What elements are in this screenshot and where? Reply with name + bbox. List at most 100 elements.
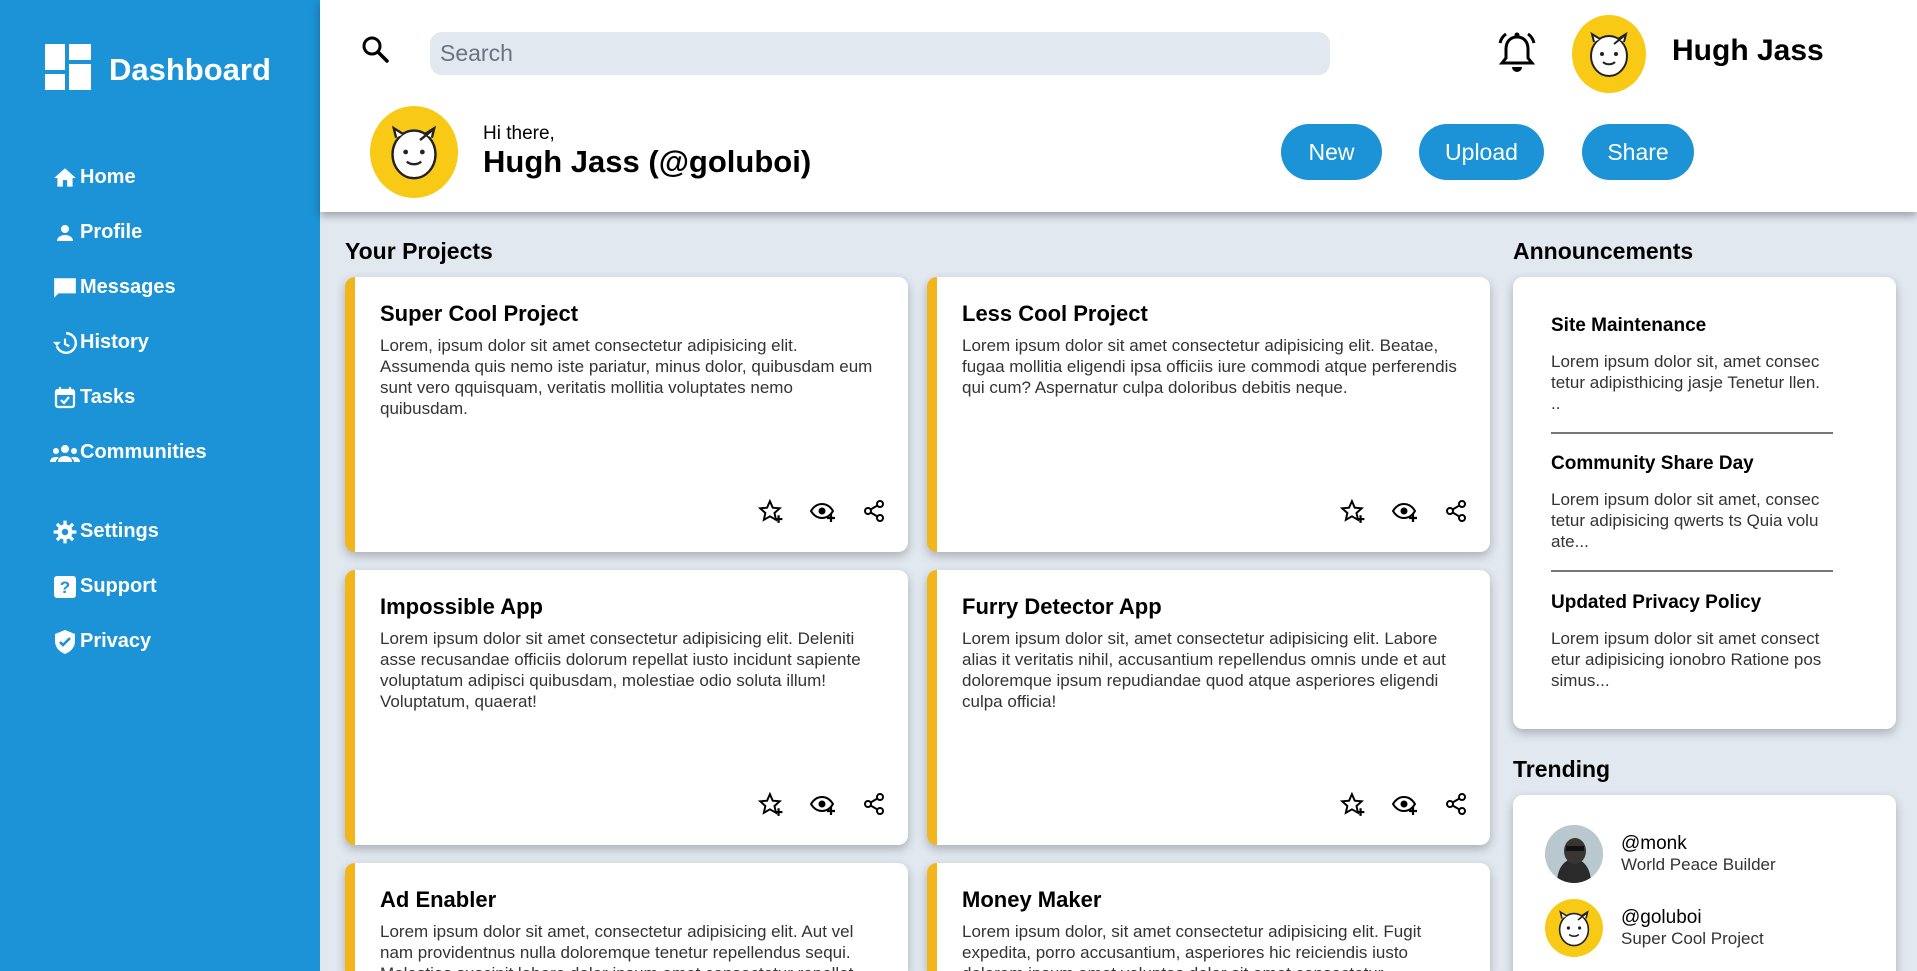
search-icon[interactable] [360,34,390,69]
announcement-title: Updated Privacy Policy [1551,592,1762,613]
message-icon [50,273,80,303]
project-title: Money Maker [962,887,1102,912]
hero-avatar [370,106,458,198]
trending-item[interactable]: @monk World Peace Builder [1545,825,1776,883]
sidebar-item-tasks[interactable]: Tasks [50,370,207,425]
sidebar-item-label: Communities [80,441,207,463]
header: Hugh Jass Hi there, Hugh Jass (@goluboi)… [320,0,1917,212]
announcement-item[interactable]: Community Share Day Lorem ipsum dolor si… [1551,453,1833,552]
watch-icon[interactable] [809,499,837,525]
sidebar-item-history[interactable]: History [50,315,207,370]
brand[interactable]: Dashboard [45,44,271,95]
project-card[interactable]: Super Cool Project Lorem, ipsum dolor si… [345,277,908,552]
share-button[interactable]: Share [1582,124,1694,180]
star-add-icon[interactable] [1340,792,1366,818]
card-actions [758,499,886,525]
avatar [1545,899,1603,957]
divider [1551,432,1833,434]
svg-text:?: ? [60,578,70,597]
project-title: Super Cool Project [380,301,579,326]
history-icon [50,328,80,358]
star-add-icon[interactable] [758,499,784,525]
trending-description: Super Cool Project [1621,929,1764,948]
trending-card: @monk World Peace Builder @goluboi Super… [1513,795,1896,971]
sidebar: Dashboard Home Profile Messages History … [0,0,320,971]
bell-icon[interactable] [1497,31,1537,80]
project-title: Ad Enabler [380,887,497,912]
sidebar-item-label: Home [80,166,136,188]
watch-icon[interactable] [1391,499,1419,525]
sidebar-nav: Home Profile Messages History Tasks Comm… [50,150,207,669]
trending-handle[interactable]: @goluboi [1621,907,1764,929]
announcement-body: Lorem ipsum dolor sit amet, consec tetur… [1551,490,1820,551]
avatar[interactable] [1572,15,1646,93]
project-description: Lorem ipsum dolor sit amet consectetur a… [962,336,1457,397]
upload-button[interactable]: Upload [1419,124,1544,180]
share-icon[interactable] [862,499,886,525]
project-description: Lorem, ipsum dolor sit amet consectetur … [380,336,873,418]
project-card[interactable]: Furry Detector App Lorem ipsum dolor sit… [927,570,1490,845]
project-title: Furry Detector App [962,594,1162,619]
trending-description: World Peace Builder [1621,855,1776,874]
new-button[interactable]: New [1281,124,1382,180]
project-card[interactable]: Impossible App Lorem ipsum dolor sit ame… [345,570,908,845]
watch-icon[interactable] [1391,792,1419,818]
share-icon[interactable] [1444,792,1468,818]
announcement-body: Lorem ipsum dolor sit amet consect etur … [1551,629,1822,690]
sidebar-item-messages[interactable]: Messages [50,260,207,315]
top-username[interactable]: Hugh Jass [1672,34,1824,68]
sidebar-item-label: History [80,331,149,353]
sidebar-item-support[interactable]: ? Support [50,559,207,614]
project-card[interactable]: Ad Enabler Lorem ipsum dolor sit amet, c… [345,863,908,971]
gear-icon [50,517,80,547]
sidebar-item-label: Profile [80,221,143,243]
sidebar-item-label: Settings [80,520,159,542]
sidebar-item-label: Privacy [80,630,152,652]
help-icon: ? [50,572,80,602]
project-description: Lorem ipsum dolor, sit amet consectetur … [962,922,1422,971]
group-icon [50,438,80,468]
trending-handle[interactable]: @monk [1621,833,1776,855]
sidebar-item-communities[interactable]: Communities [50,425,207,480]
page-title: Hugh Jass (@goluboi) [483,144,812,179]
person-icon [50,218,80,248]
sidebar-item-label: Tasks [80,386,136,408]
greeting: Hi there, [483,123,555,144]
trending-item[interactable]: @goluboi Super Cool Project [1545,899,1764,957]
calendar-check-icon [50,383,80,413]
shield-check-icon [50,627,80,657]
announcement-body: Lorem ipsum dolor sit, amet consec tetur… [1551,352,1821,413]
project-description: Lorem ipsum dolor sit, amet consectetur … [962,629,1446,711]
trending-text: @goluboi Super Cool Project [1621,907,1764,949]
project-card[interactable]: Less Cool Project Lorem ipsum dolor sit … [927,277,1490,552]
sidebar-item-label: Messages [80,276,176,298]
announcement-title: Site Maintenance [1551,315,1707,336]
project-description: Lorem ipsum dolor sit amet, consectetur … [380,922,858,971]
sidebar-item-privacy[interactable]: Privacy [50,614,207,669]
dashboard-icon [45,44,91,95]
project-title: Less Cool Project [962,301,1148,326]
star-add-icon[interactable] [1340,499,1366,525]
search-input[interactable] [430,32,1330,75]
announcements-title: Announcements [1513,238,1694,264]
project-card[interactable]: Money Maker Lorem ipsum dolor, sit amet … [927,863,1490,971]
sidebar-item-home[interactable]: Home [50,150,207,205]
star-add-icon[interactable] [758,792,784,818]
announcement-item[interactable]: Site Maintenance Lorem ipsum dolor sit, … [1551,315,1833,414]
sidebar-item-settings[interactable]: Settings [50,504,207,559]
projects-title: Your Projects [345,238,493,264]
project-title: Impossible App [380,594,543,619]
trending-title: Trending [1513,756,1611,782]
announcement-title: Community Share Day [1551,453,1754,474]
trending-text: @monk World Peace Builder [1621,833,1776,875]
avatar [1545,825,1603,883]
brand-title: Dashboard [109,51,271,87]
divider [1551,570,1833,572]
share-icon[interactable] [862,792,886,818]
sidebar-item-profile[interactable]: Profile [50,205,207,260]
card-actions [1340,499,1468,525]
share-icon[interactable] [1444,499,1468,525]
announcement-item[interactable]: Updated Privacy Policy Lorem ipsum dolor… [1551,592,1833,691]
project-description: Lorem ipsum dolor sit amet consectetur a… [380,629,861,711]
watch-icon[interactable] [809,792,837,818]
